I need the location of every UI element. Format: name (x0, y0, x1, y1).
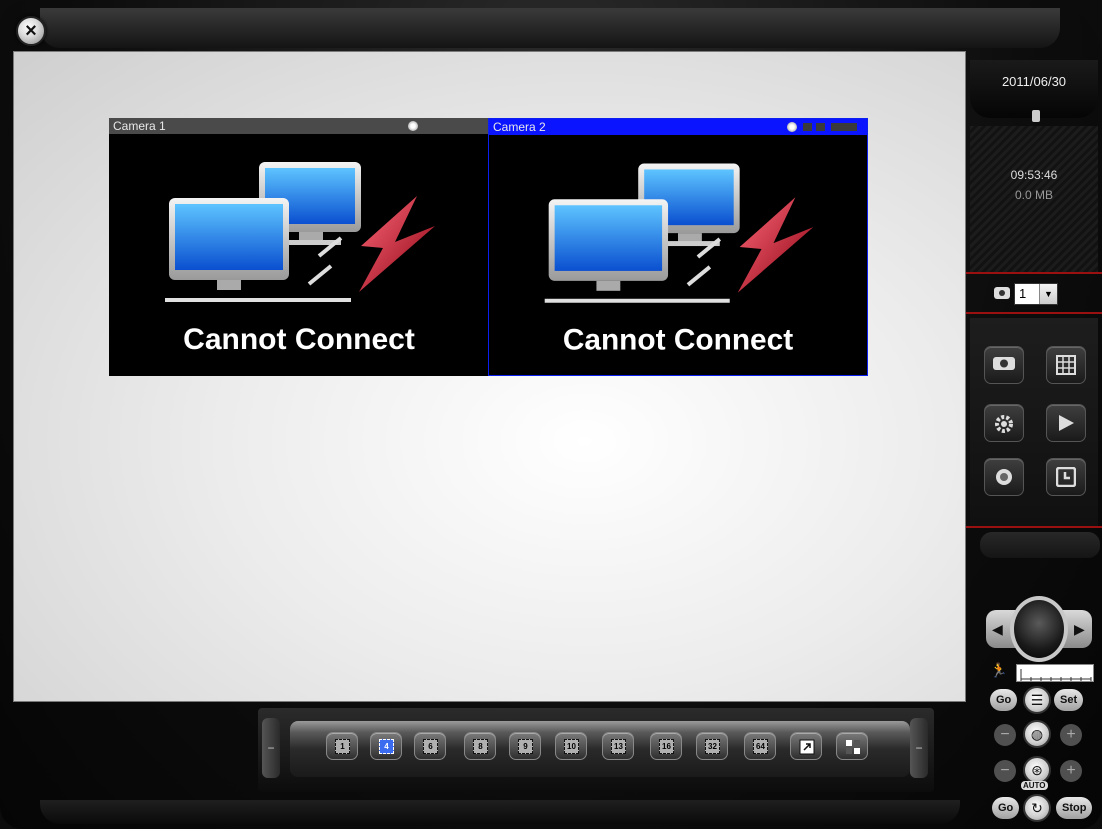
ptz-joystick[interactable] (1010, 596, 1068, 662)
camera-select[interactable]: 1 ▼ (1014, 283, 1058, 305)
focus-icon[interactable]: ◍ (1023, 720, 1051, 748)
toolbar-left-tab[interactable]: − (262, 718, 280, 778)
pan-right-icon[interactable]: ▶ (1074, 621, 1085, 638)
camera-icon (993, 357, 1015, 370)
speed-runner-icon: 🏃 (990, 662, 1008, 678)
layout-label: 8 (473, 739, 488, 754)
layout-6-button[interactable]: 6 (414, 732, 446, 760)
camera-tile-2[interactable]: Camera 2 Cannot Connect (488, 118, 868, 376)
app-frame: × Camera 1 Cannot Connect Camera 2 Canno… (0, 0, 1102, 829)
play-icon (1059, 415, 1074, 431)
close-button[interactable]: × (16, 16, 46, 46)
layout-1-button[interactable]: 1 (326, 732, 358, 760)
ptz-speed: 🏃 (990, 662, 1096, 684)
layout-label: 9 (518, 739, 533, 754)
layout-9-button[interactable]: 9 (509, 732, 541, 760)
layout-label: 32 (705, 739, 720, 754)
layout-8-button[interactable]: 8 (464, 732, 496, 760)
iris-minus-icon[interactable]: − (994, 760, 1016, 782)
gear-icon (995, 415, 1013, 433)
settings-button[interactable] (984, 404, 1024, 442)
camera-header: Camera 2 (489, 119, 867, 135)
camera-selector: 1 ▼ (990, 283, 1070, 307)
camera-header: Camera 1 (109, 118, 489, 134)
layout-10-button[interactable]: 10 (555, 732, 587, 760)
tour-stop-button[interactable]: Stop (1056, 797, 1093, 819)
time-display: 09:53:46 (1010, 168, 1058, 182)
fullscreen-icon (799, 739, 815, 755)
layout-label: 10 (564, 739, 579, 754)
layout-label: 1 (335, 739, 350, 754)
record-indicator-icon (787, 122, 797, 132)
record-indicator-icon (408, 121, 418, 131)
layout-64-button[interactable]: 64 (744, 732, 776, 760)
cannot-connect-image: Cannot Connect (544, 163, 814, 357)
camera-tile-1[interactable]: Camera 1 Cannot Connect (109, 118, 489, 376)
tour-icon[interactable]: ↻ (1023, 794, 1051, 822)
speed-slider-ticks (1020, 669, 1092, 681)
audio-icon[interactable] (816, 123, 825, 131)
layout-label: 16 (659, 739, 674, 754)
function-panel (970, 318, 1098, 528)
camera-select-value: 1 (1019, 286, 1027, 301)
layout-13-button[interactable]: 13 (602, 732, 634, 760)
camera-status-text: Cannot Connect (183, 323, 415, 356)
iris-plus-icon[interactable]: + (1060, 760, 1082, 782)
record-button[interactable] (984, 458, 1024, 496)
layout-16-button[interactable]: 16 (650, 732, 682, 760)
clock-icon (1055, 466, 1077, 488)
auto-label: AUTO (1021, 781, 1048, 790)
preset-list-icon[interactable]: ☰ (1023, 686, 1051, 714)
signal-bar-icon (831, 123, 857, 131)
layout-label: 4 (379, 739, 394, 754)
layout-label: 6 (423, 739, 438, 754)
tour-go-button[interactable]: Go (992, 797, 1020, 819)
camera-title: Camera 1 (113, 119, 166, 133)
pan-left-icon[interactable]: ◀ (992, 621, 1003, 638)
status-panel: 09:53:46 0.0 MB (970, 126, 1098, 274)
bottom-bar (40, 800, 960, 824)
storage-display: 0.0 MB (1014, 188, 1053, 202)
zoom-in-icon[interactable]: + (1060, 724, 1082, 746)
snapshot-button[interactable] (984, 346, 1024, 384)
layout-label: 64 (753, 739, 768, 754)
ptz-control: ◀ ▶ (986, 596, 1092, 662)
sequence-button[interactable] (836, 732, 868, 760)
divider (966, 526, 1102, 528)
camera-status-text: Cannot Connect (563, 324, 793, 357)
camera-title: Camera 2 (493, 120, 546, 134)
layout-label: 13 (611, 739, 626, 754)
preset-go-button[interactable]: Go (990, 689, 1018, 711)
auto-iris-icon[interactable]: ⊛ (1023, 756, 1051, 784)
preset-set-button[interactable]: Set (1054, 689, 1084, 711)
playback-button[interactable] (1046, 404, 1086, 442)
schedule-button[interactable] (1046, 458, 1086, 496)
divider (966, 312, 1102, 314)
status-slot (980, 532, 1100, 558)
top-strip (40, 8, 1060, 48)
zoom-out-icon[interactable]: − (994, 724, 1016, 746)
layout-grid-button[interactable] (1046, 346, 1086, 384)
sequence-icon (846, 740, 860, 754)
cannot-connect-image: Cannot Connect (165, 162, 435, 356)
layout-32-button[interactable]: 32 (696, 732, 728, 760)
snapshot-icon[interactable] (803, 123, 812, 131)
camera-icon (994, 287, 1010, 299)
fullscreen-button[interactable] (790, 732, 822, 760)
toolbar-right-tab[interactable]: − (910, 718, 928, 778)
layout-4-button[interactable]: 4 (370, 732, 402, 760)
speed-slider[interactable] (1016, 664, 1094, 682)
video-area: Camera 1 Cannot Connect Camera 2 Cannot … (13, 51, 966, 702)
grid-icon (1056, 355, 1076, 375)
date-knob (1032, 110, 1040, 122)
divider (966, 272, 1102, 274)
record-icon (996, 469, 1012, 485)
chevron-down-icon[interactable]: ▼ (1039, 284, 1057, 304)
